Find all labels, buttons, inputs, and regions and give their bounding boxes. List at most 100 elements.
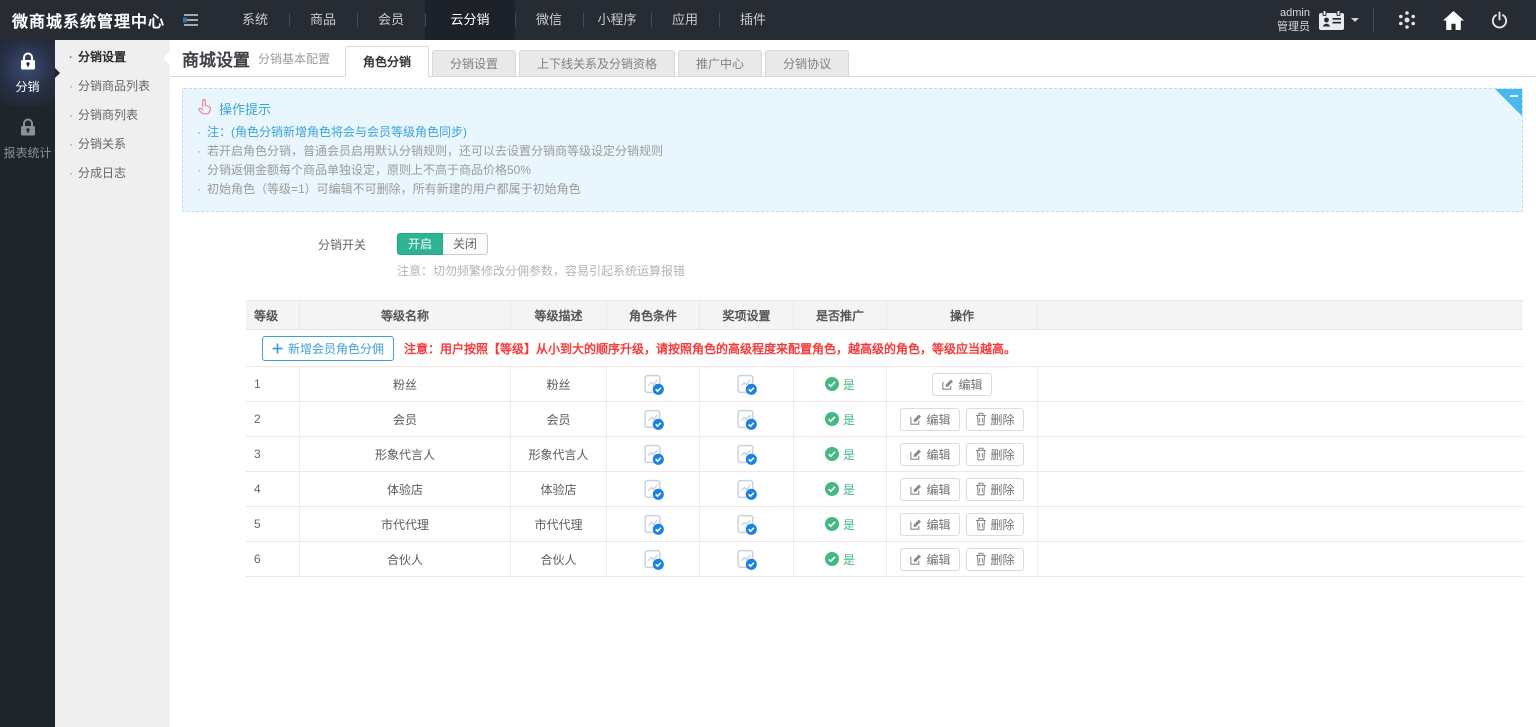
nav-item[interactable]: 微信 <box>515 0 583 40</box>
level-cell: 1 <box>246 367 300 401</box>
level-cell: 2 <box>246 402 300 436</box>
check-circle-icon <box>825 517 839 531</box>
promote-value: 是 <box>843 446 855 463</box>
promote-value: 是 <box>843 376 855 393</box>
table-header-cell: 等级描述 <box>511 301 607 329</box>
table-row: 2 会员 会员 是 编辑 删除 <box>246 402 1523 437</box>
tab[interactable]: 上下线关系及分销资格 <box>519 50 675 77</box>
nav-item[interactable]: 商品 <box>289 0 357 40</box>
sidebar-item[interactable]: 分销商品列表 <box>55 72 170 101</box>
home-icon[interactable] <box>1443 11 1464 30</box>
promote-cell: 是 <box>794 402 887 436</box>
sidebar-item[interactable]: 分销商列表 <box>55 101 170 130</box>
page-header: 商城设置 分销基本配置 角色分销 分销设置 上下线关系及分销资格 推广中心 分销… <box>170 40 1536 77</box>
edit-icon <box>941 378 954 391</box>
minus-icon <box>1510 95 1518 97</box>
award-setting-cell <box>700 507 794 541</box>
table-header-cell: 是否推广 <box>794 301 887 329</box>
edit-button[interactable]: 编辑 <box>900 478 959 501</box>
app-logo: 微商城系统管理中心 <box>0 8 181 32</box>
table-row: 3 形象代言人 形象代言人 是 编辑 删除 <box>246 437 1523 472</box>
delete-button[interactable]: 删除 <box>966 513 1024 536</box>
level-desc-cell: 合伙人 <box>511 542 607 576</box>
share-nodes-icon[interactable] <box>1397 10 1417 30</box>
rail-item[interactable]: 报表统计 <box>0 106 55 172</box>
trash-icon <box>975 482 987 496</box>
role-condition-config-icon[interactable] <box>642 548 665 571</box>
add-role-label: 新增会员角色分佣 <box>288 340 384 357</box>
nav-item[interactable]: 会员 <box>357 0 425 40</box>
award-setting-config-icon[interactable] <box>735 443 758 466</box>
tip-line: 注：(角色分销新增角色将会与会员等级角色同步) <box>197 123 1508 142</box>
main-content: 商城设置 分销基本配置 角色分销 分销设置 上下线关系及分销资格 推广中心 分销… <box>170 40 1536 727</box>
role-condition-cell <box>607 472 700 506</box>
user-info[interactable]: admin 管理员 <box>1277 6 1310 35</box>
award-setting-config-icon[interactable] <box>735 548 758 571</box>
switch-on-button[interactable]: 开启 <box>397 233 443 255</box>
navbar-divider <box>1373 8 1374 32</box>
edit-icon <box>909 448 922 461</box>
operations-cell: 编辑 删除 <box>887 542 1038 576</box>
level-desc-cell: 市代代理 <box>511 507 607 541</box>
award-setting-config-icon[interactable] <box>735 408 758 431</box>
sidebar-item[interactable]: 分销设置 <box>55 43 170 72</box>
switch-off-button[interactable]: 关闭 <box>443 233 488 255</box>
tab[interactable]: 推广中心 <box>678 50 762 77</box>
chevron-down-icon[interactable] <box>1351 18 1359 26</box>
edit-button[interactable]: 编辑 <box>932 373 991 396</box>
edit-button[interactable]: 编辑 <box>900 408 959 431</box>
lock-icon <box>17 117 39 139</box>
operations-cell: 编辑 删除 <box>887 402 1038 436</box>
sidebar-item[interactable]: 分销关系 <box>55 130 170 159</box>
award-setting-config-icon[interactable] <box>735 373 758 396</box>
award-setting-config-icon[interactable] <box>735 478 758 501</box>
operations-cell: 编辑 删除 <box>887 472 1038 506</box>
delete-button[interactable]: 删除 <box>966 548 1024 571</box>
top-navbar: 微商城系统管理中心 系统 商品 会员 云分销 微信 小程序 应用 插件 admi… <box>0 0 1536 40</box>
nav-item[interactable]: 小程序 <box>583 0 651 40</box>
nav-item[interactable]: 系统 <box>221 0 289 40</box>
power-icon[interactable] <box>1490 11 1509 30</box>
edit-label: 编辑 <box>926 551 950 568</box>
role-condition-config-icon[interactable] <box>642 408 665 431</box>
id-card-icon[interactable] <box>1318 10 1345 31</box>
promote-cell: 是 <box>794 542 887 576</box>
award-setting-config-icon[interactable] <box>735 513 758 536</box>
delete-button[interactable]: 删除 <box>966 443 1024 466</box>
award-setting-cell <box>700 542 794 576</box>
nav-item[interactable]: 应用 <box>651 0 719 40</box>
tab-bar: 角色分销 分销设置 上下线关系及分销资格 推广中心 分销协议 <box>345 46 849 77</box>
switch-toggle: 开启 关闭 <box>397 233 488 255</box>
edit-button[interactable]: 编辑 <box>900 548 959 571</box>
tip-line: 若开启角色分销，普通会员启用默认分销规则，还可以去设置分销商等级设定分销规则 <box>197 142 1508 161</box>
tab[interactable]: 分销设置 <box>432 50 516 77</box>
level-cell: 4 <box>246 472 300 506</box>
role-condition-config-icon[interactable] <box>642 478 665 501</box>
role-condition-cell <box>607 402 700 436</box>
role-condition-config-icon[interactable] <box>642 373 665 396</box>
tab[interactable]: 角色分销 <box>345 46 429 77</box>
level-cell: 6 <box>246 542 300 576</box>
table-header-cell: 角色条件 <box>607 301 700 329</box>
row-filler <box>1038 472 1523 506</box>
promote-cell: 是 <box>794 507 887 541</box>
delete-button[interactable]: 删除 <box>966 478 1024 501</box>
role-condition-cell <box>607 507 700 541</box>
row-filler <box>1038 402 1523 436</box>
add-role-button[interactable]: 新增会员角色分佣 <box>262 336 394 361</box>
rail-item[interactable]: 分销 <box>0 40 55 106</box>
nav-item[interactable]: 云分销 <box>425 0 515 40</box>
role-condition-config-icon[interactable] <box>642 513 665 536</box>
delete-label: 删除 <box>991 481 1015 498</box>
trash-icon <box>975 412 987 426</box>
delete-button[interactable]: 删除 <box>966 408 1024 431</box>
edit-label: 编辑 <box>926 516 950 533</box>
edit-button[interactable]: 编辑 <box>900 513 959 536</box>
sidebar-item[interactable]: 分成日志 <box>55 159 170 188</box>
tab[interactable]: 分销协议 <box>765 50 849 77</box>
nav-item[interactable]: 插件 <box>719 0 787 40</box>
edit-button[interactable]: 编辑 <box>900 443 959 466</box>
role-condition-config-icon[interactable] <box>642 443 665 466</box>
collapse-corner-button[interactable] <box>1495 89 1522 116</box>
menu-collapse-icon[interactable] <box>183 13 199 27</box>
